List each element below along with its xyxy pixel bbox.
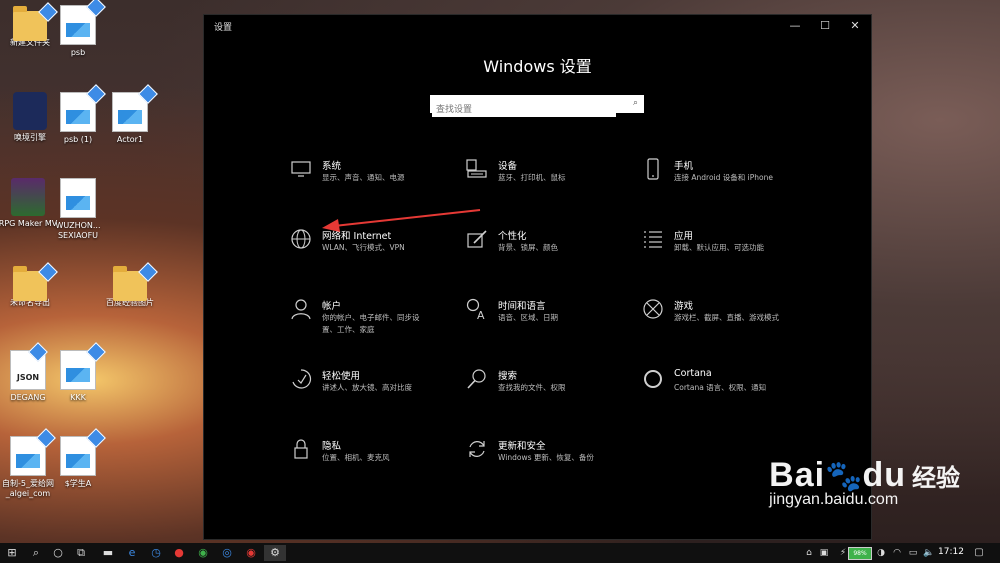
edge-browser-icon[interactable]: e — [123, 545, 141, 561]
tile-privacy[interactable]: 隐私 位置、相机、麦克风 — [290, 438, 470, 488]
phone-icon — [647, 158, 659, 180]
app-icon[interactable]: ● — [170, 545, 188, 561]
svg-text:A: A — [477, 309, 485, 320]
cortana-icon — [644, 370, 662, 388]
image-file-icon — [60, 342, 106, 390]
volume-icon[interactable]: 🔈 — [920, 545, 938, 561]
xbox-icon — [643, 299, 663, 319]
monitor-icon — [291, 161, 311, 177]
globe-icon — [291, 229, 311, 249]
update-icon — [469, 441, 485, 457]
desktop-icon-baidu-folder[interactable]: 百度经验图片 — [100, 262, 160, 308]
desktop-icon-wuzhong[interactable]: WUZHON... SEXIAOFU — [48, 178, 108, 241]
annotation-arrow — [322, 209, 481, 232]
desktop-icon-export-folder[interactable]: 未命名导出 — [0, 262, 60, 308]
folder-icon — [113, 262, 158, 301]
image-file-icon — [60, 84, 106, 132]
action-center-icon[interactable]: ▢ — [970, 545, 988, 561]
qq-tray-icon[interactable]: ▣ — [815, 545, 833, 561]
tile-apps[interactable]: 应用 卸载、默认应用、可选功能 — [642, 228, 822, 278]
taskbar: ⊞ ⌕ ○ ⧉ ▬ e ◷ ● ◉ ◎ ◉ ⚙ ⌂ ▣ ⚡ 98% ◑ ◠ ▭ … — [0, 543, 1000, 563]
apps-list-icon — [644, 231, 662, 248]
time-language-icon: A — [466, 298, 485, 320]
image-file-icon — [60, 0, 106, 45]
tile-system[interactable]: 系统 显示、声音、通知、电源 — [290, 158, 470, 208]
tile-cortana[interactable]: Cortana Cortana 语言、权限、通知 — [642, 368, 822, 418]
image-file-icon — [10, 428, 56, 476]
lock-icon — [294, 439, 308, 459]
rpg-maker-icon — [11, 178, 45, 216]
clock-app-icon[interactable]: ◷ — [147, 545, 165, 561]
tile-devices[interactable]: 设备 蓝牙、打印机、鼠标 — [466, 158, 646, 208]
title-bar[interactable]: 设置 — ☐ ✕ — [204, 15, 871, 37]
search-icon — [467, 369, 486, 389]
search-icon[interactable]: ⌕ — [27, 545, 45, 561]
tile-update-security[interactable]: 更新和安全 Windows 更新、恢复、备份 — [466, 438, 646, 488]
close-button[interactable]: ✕ — [841, 17, 869, 35]
image-file-icon — [112, 84, 158, 132]
desktop-icon-actor1[interactable]: Actor1 — [100, 84, 160, 145]
image-file-icon — [60, 178, 96, 218]
desktop-icon-kkk[interactable]: KKK — [48, 342, 108, 403]
battery-indicator[interactable]: 98% — [848, 547, 872, 560]
taskbar-clock[interactable]: 17:12 — [938, 547, 964, 557]
tile-time-language[interactable]: A 时间和语言 语音、区域、日期 — [466, 298, 646, 348]
qq-browser-icon[interactable]: ◎ — [218, 545, 236, 561]
tile-personalization[interactable]: 个性化 背景、锁屏、颜色 — [466, 228, 646, 278]
tile-accounts[interactable]: 帐户 你的帐户、电子邮件、同步设置、工作、家庭 — [290, 298, 470, 348]
cortana-circle-icon[interactable]: ○ — [49, 545, 67, 561]
settings-taskbar-icon[interactable]: ⚙ — [264, 545, 286, 561]
desktop-icon-psb1[interactable]: psb (1) — [48, 84, 108, 145]
folder-icon — [13, 2, 58, 41]
maximize-button[interactable]: ☐ — [811, 17, 839, 35]
image-file-icon — [60, 428, 106, 476]
folder-icon — [13, 262, 58, 301]
minimize-button[interactable]: — — [781, 17, 809, 35]
music-app-icon[interactable]: ◉ — [242, 545, 260, 561]
keyboard-icon — [466, 159, 487, 178]
tile-phone[interactable]: 手机 连接 Android 设备和 iPhone — [642, 158, 822, 208]
desktop-icon-student[interactable]: $学生A — [48, 428, 108, 489]
json-file-icon: JSON — [10, 342, 48, 390]
paw-icon: 🐾 — [825, 459, 863, 494]
ease-of-access-icon — [292, 369, 312, 389]
window-title: 设置 — [214, 23, 233, 33]
page-title: Windows 设置 — [483, 57, 592, 76]
file-explorer-icon[interactable]: ▬ — [99, 545, 117, 561]
tile-ease-of-access[interactable]: 轻松使用 讲述人、放大镜、高对比度 — [290, 368, 470, 418]
person-icon — [291, 299, 311, 320]
windows-start-icon[interactable]: ⊞ — [3, 545, 21, 561]
search-icon[interactable]: ⌕ — [633, 98, 638, 108]
baidu-watermark: Bai🐾du 经验 jingyan.baidu.com — [769, 456, 960, 508]
search-box[interactable]: ⌕ — [430, 95, 644, 117]
search-input[interactable] — [432, 103, 616, 117]
desktop-icon-psb[interactable]: psb — [48, 0, 108, 58]
task-view-icon[interactable]: ⧉ — [72, 545, 90, 561]
engine-app-icon — [13, 92, 47, 130]
wechat-icon[interactable]: ◉ — [194, 545, 212, 561]
tile-search[interactable]: 搜索 查找我的文件、权限 — [466, 368, 646, 418]
tile-gaming[interactable]: 游戏 游戏栏、截屏、直播、游戏模式 — [642, 298, 822, 348]
